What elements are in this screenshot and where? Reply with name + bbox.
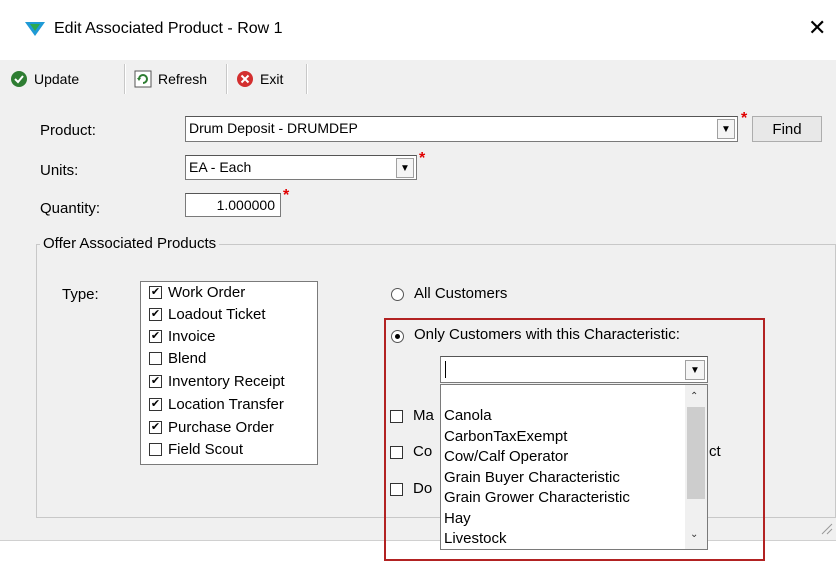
find-button[interactable]: Find [752,116,822,142]
list-item[interactable]: ✔ Inventory Receipt [149,373,285,390]
app-logo-icon [25,22,45,36]
refresh-label: Refresh [158,71,208,87]
group-title: Offer Associated Products [40,235,220,252]
checkbox[interactable]: ✔ [149,286,162,299]
product-label: Product: [40,122,96,139]
type-label-item: Invoice [168,328,216,345]
type-label: Type: [62,286,99,303]
type-label-item: Work Order [168,284,246,301]
units-value: EA - Each [189,159,252,175]
toolbar-separator [226,64,228,94]
checkbox[interactable]: ✔ [149,398,162,411]
type-label-item: Blend [168,350,207,367]
type-label-item: Purchase Order [168,419,274,436]
chevron-down-icon[interactable]: ▼ [396,158,414,178]
units-label: Units: [40,162,79,179]
product-value: Drum Deposit - DRUMDEP [189,120,358,136]
exit-label: Exit [260,71,284,87]
checkbox[interactable] [149,443,162,456]
exit-button[interactable]: Exit [236,64,283,94]
checkmark-icon [11,71,27,87]
type-label-item: Location Transfer [168,396,284,413]
required-mark: * [741,110,748,127]
checkbox[interactable]: ✔ [149,421,162,434]
exit-icon [237,71,253,87]
checkbox[interactable]: ✔ [149,375,162,388]
list-item[interactable]: ✔ Purchase Order [149,419,274,436]
refresh-button[interactable]: Refresh [134,64,207,94]
quantity-label: Quantity: [40,200,101,217]
highlight-annotation [384,318,765,561]
update-label: Update [34,71,80,87]
all-customers-radio[interactable] [391,288,404,301]
list-item[interactable]: Field Scout [149,441,243,458]
type-label-item: Loadout Ticket [168,306,266,323]
checkbox[interactable]: ✔ [149,330,162,343]
product-select[interactable]: Drum Deposit - DRUMDEP ▼ [185,116,738,142]
type-label-item: Field Scout [168,441,244,458]
resize-grip-icon[interactable] [820,522,834,536]
window-title: Edit Associated Product - Row 1 [54,20,283,37]
refresh-icon [134,70,152,88]
list-item[interactable]: ✔ Loadout Ticket [149,306,266,323]
checkbox[interactable] [149,352,162,365]
toolbar-separator [306,64,308,94]
list-item[interactable]: ✔ Invoice [149,328,216,345]
type-label-item: Inventory Receipt [168,373,285,390]
all-customers-label: All Customers [414,285,508,302]
units-select[interactable]: EA - Each ▼ [185,155,417,180]
update-button[interactable]: Update [10,64,79,94]
checkbox[interactable]: ✔ [149,308,162,321]
quantity-input[interactable]: 1.000000 [185,193,281,217]
type-checklist: ✔ Work Order ✔ Loadout Ticket ✔ Invoice Ble… [140,281,318,465]
required-mark: * [419,150,426,167]
close-icon[interactable]: ✕ [808,16,826,41]
list-item[interactable]: Blend [149,350,206,367]
required-mark: * [283,187,290,204]
toolbar-separator [124,64,126,94]
chevron-down-icon[interactable]: ▼ [717,119,735,139]
list-item[interactable]: ✔ Location Transfer [149,396,284,413]
list-item[interactable]: ✔ Work Order [149,284,245,301]
